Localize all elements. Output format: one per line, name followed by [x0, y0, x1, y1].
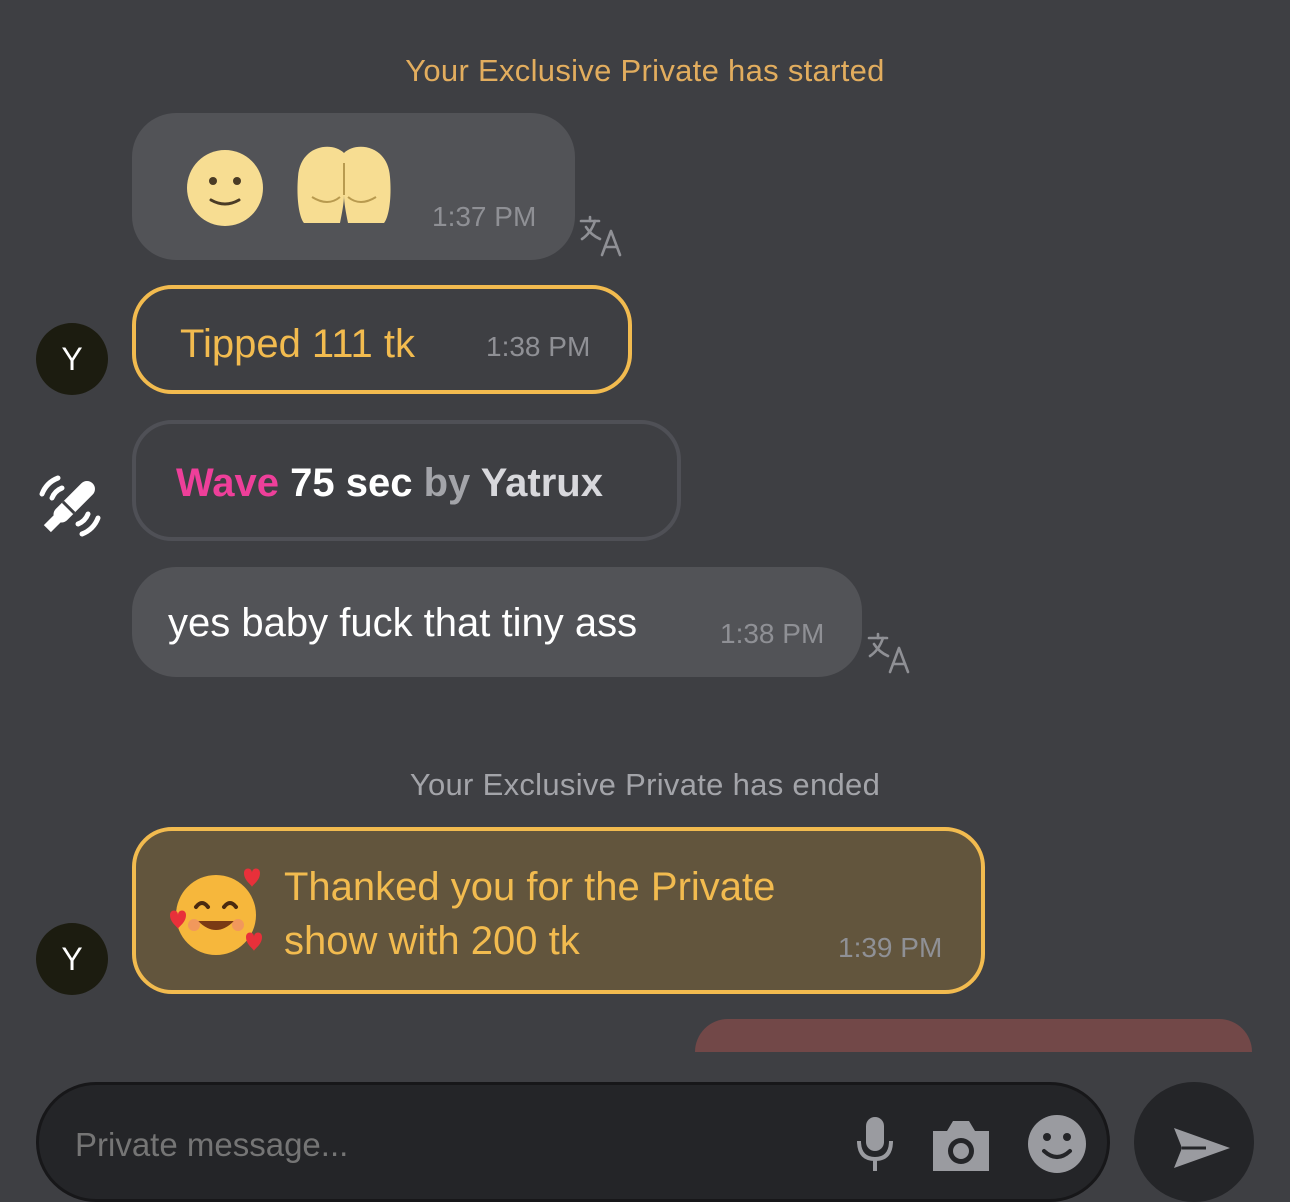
toy-pattern: Wave	[176, 461, 280, 505]
translate-icon[interactable]	[866, 632, 912, 674]
avatar[interactable]: Y	[36, 923, 108, 995]
tip-message-bubble[interactable]: Tipped 111 tk 1:38 PM	[132, 285, 632, 394]
outgoing-message-bubble[interactable]	[695, 1019, 1252, 1052]
message-time: 1:38 PM	[486, 331, 591, 362]
message-text: yes baby fuck that tiny ass	[168, 601, 638, 645]
thanks-line-2: show with 200 tk	[284, 919, 580, 963]
camera-icon[interactable]	[929, 1117, 993, 1173]
toy-by-label: by	[423, 461, 471, 505]
message-time: 1:39 PM	[838, 932, 943, 963]
toy-duration: 75 sec	[290, 461, 413, 505]
peach-bottom-icon	[297, 146, 391, 223]
emoji-message-bubble[interactable]: 1:37 PM	[132, 113, 575, 260]
private-message-input[interactable]	[73, 1121, 817, 1169]
message-composer[interactable]	[36, 1082, 1110, 1202]
translate-icon[interactable]	[578, 215, 624, 257]
thanks-message-bubble[interactable]: Thanked you for the Private show with 20…	[132, 827, 985, 994]
send-button[interactable]	[1134, 1082, 1254, 1202]
emoji-icon[interactable]	[1026, 1113, 1088, 1175]
slightly-smiling-face-icon	[187, 150, 263, 226]
thanks-line-1: Thanked you for the Private	[284, 865, 776, 909]
toy-username: Yatrux	[480, 461, 603, 505]
toy-activation-bubble[interactable]: Wave 75 sec by Yatrux	[132, 420, 681, 541]
tip-label: Tipped 111 tk	[180, 322, 415, 366]
system-message-ended: Your Exclusive Private has ended	[409, 767, 881, 802]
message-time: 1:38 PM	[720, 618, 825, 649]
text-message-bubble[interactable]: yes baby fuck that tiny ass 1:38 PM	[132, 567, 862, 677]
smiling-face-with-hearts-icon	[170, 868, 262, 955]
system-message-started: Your Exclusive Private has started	[405, 53, 885, 88]
message-time: 1:37 PM	[432, 201, 537, 232]
vibrator-toy-icon	[39, 475, 101, 537]
avatar[interactable]: Y	[36, 323, 108, 395]
microphone-icon[interactable]	[853, 1115, 897, 1175]
send-icon	[1174, 1128, 1230, 1168]
